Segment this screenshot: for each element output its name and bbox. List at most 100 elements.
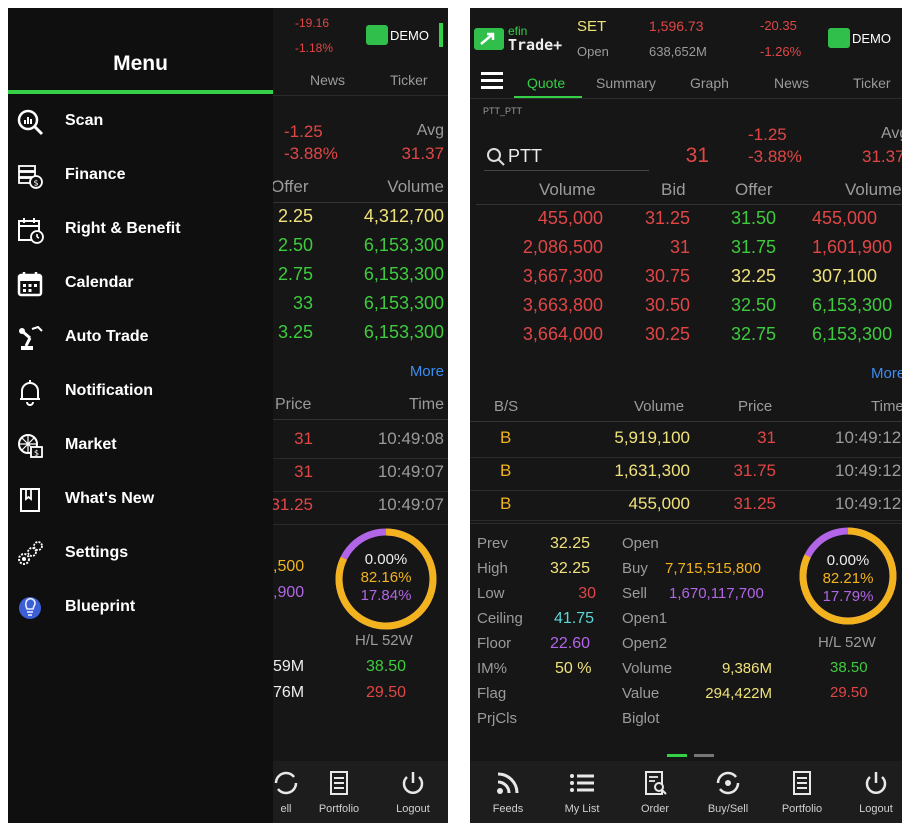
app-logo-bottom: Trade+ (508, 36, 563, 54)
donut-neutral: 0.00% (364, 551, 408, 568)
menu-item-calendar[interactable]: Calendar (8, 260, 273, 310)
trade-time: 10:49:12 (835, 461, 902, 480)
bell-icon (20, 380, 40, 406)
portfolio-icon (330, 771, 348, 795)
prev-label: Prev (477, 535, 508, 552)
hl52-low: 29.50 (830, 684, 868, 701)
row-divider (273, 458, 448, 459)
floor-value: 22.60 (550, 635, 591, 652)
price-header: Price (275, 396, 312, 413)
symbol-search-input[interactable]: PTT (484, 143, 649, 171)
menu-item-finance[interactable]: $ Finance (8, 152, 273, 202)
row-divider (470, 523, 902, 524)
last-price: 31 (685, 144, 709, 167)
volume-label: Volume (622, 660, 673, 677)
bid-header: Bid (661, 180, 686, 199)
sell-value: 1,670,117,700 (669, 585, 764, 602)
more-link[interactable]: More (871, 365, 902, 382)
open-label: Open (577, 44, 609, 59)
trade-price: 31 (294, 429, 313, 448)
menu-item-scan[interactable]: Scan (8, 98, 273, 148)
tab-news[interactable]: News (774, 75, 809, 91)
tab-graph[interactable]: Graph (690, 75, 729, 91)
quote-change: -1.25 (748, 125, 787, 144)
trade-time: 10:49:07 (377, 495, 444, 514)
offer-volume-header: Volume (845, 180, 902, 199)
tab-ticker[interactable]: Ticker (390, 72, 428, 88)
stat-value-1: 59M (273, 658, 305, 675)
tab-portfolio[interactable]: Portfolio (303, 769, 375, 815)
trade-side: B (500, 428, 512, 447)
book-bid-volume: 3,664,000 (522, 324, 603, 344)
efin-logo-icon (474, 28, 504, 50)
trade-time: 10:49:08 (377, 429, 444, 448)
book-offer: 31.50 (730, 208, 776, 228)
hl52-low: 29.50 (366, 684, 407, 701)
tab-logout[interactable]: Logout (840, 769, 902, 815)
menu-item-auto-trade[interactable]: Auto Trade (8, 314, 273, 364)
book-offer-volume: 4,312,700 (363, 206, 444, 226)
menu-drawer: Menu Scan $ Finance Right & Benefit Cale… (8, 8, 273, 823)
book-offer: 31.75 (730, 237, 776, 257)
trade-volume: 5,919,100 (614, 428, 690, 447)
page-dot-active (667, 754, 687, 757)
book-offer: 2.25 (277, 206, 313, 226)
tab-quote[interactable]: Quote (527, 75, 565, 91)
trade-price: 31.25 (270, 495, 313, 514)
row-divider (470, 490, 902, 491)
hamburger-menu-icon[interactable] (481, 72, 503, 90)
tab-order[interactable]: Order (619, 769, 691, 815)
calendar-icon (17, 272, 43, 297)
tab-feeds[interactable]: Feeds (472, 769, 544, 815)
market-change: -20.35 (760, 18, 797, 33)
index-change: -19.16 (295, 16, 330, 30)
avg-value: 31.37 (862, 147, 902, 166)
logout-icon (865, 772, 887, 794)
stat-sell-vol: ,900 (273, 584, 305, 601)
menu-item-notification[interactable]: Notification (8, 368, 273, 418)
book-offer: 3.25 (277, 322, 313, 342)
trade-volume-header: Volume (634, 398, 685, 415)
book-bid: 30.75 (644, 266, 690, 286)
tab-summary[interactable]: Summary (596, 75, 656, 91)
flag-label: Flag (477, 685, 507, 702)
demo-badge[interactable]: DEMO (366, 25, 429, 45)
market-value: 638,652M (649, 44, 707, 59)
bs-header: B/S (494, 398, 519, 415)
hl52-high: 38.50 (366, 658, 407, 675)
open2-label: Open2 (622, 635, 668, 652)
demo-badge[interactable]: DEMO (828, 28, 891, 48)
donut-buy: 82.21% (822, 570, 874, 587)
open1-label: Open1 (622, 610, 668, 627)
tab-logout[interactable]: Logout (377, 769, 448, 815)
trade-side: B (500, 494, 512, 513)
tab-news[interactable]: News (310, 72, 345, 88)
book-offer-volume: 455,000 (812, 208, 878, 228)
whats-new-icon (20, 488, 40, 512)
more-link[interactable]: More (410, 363, 444, 380)
menu-item-settings[interactable]: Settings (8, 530, 273, 580)
auto-trade-icon (19, 325, 43, 350)
low-label: Low (477, 585, 505, 602)
book-offer: 2.50 (277, 235, 313, 255)
right-benefit-icon (18, 218, 44, 244)
menu-item-market[interactable]: $ Market (8, 422, 273, 472)
book-offer-volume: 307,100 (812, 266, 878, 286)
menu-item-right-benefit[interactable]: Right & Benefit (8, 206, 273, 256)
stat-value-2: 76M (273, 684, 305, 701)
row-divider (273, 491, 448, 492)
volume-value: 9,386M (721, 660, 772, 677)
trade-side: B (500, 461, 512, 480)
quote-change-pct: -3.88% (748, 147, 802, 166)
tab-my-list[interactable]: My List (546, 769, 618, 815)
symbol-code: PTT_PTT (483, 106, 523, 116)
book-bid-volume: 3,667,300 (522, 266, 603, 286)
tab-buy-sell[interactable]: Buy/Sell (692, 769, 764, 815)
demo-logo-icon (828, 28, 850, 48)
menu-item-whats-new[interactable]: What's New (8, 476, 273, 526)
tab-portfolio[interactable]: Portfolio (766, 769, 838, 815)
volume-header: Volume (387, 177, 444, 196)
tab-ticker[interactable]: Ticker (853, 75, 891, 91)
right-screen: efin Trade+ SET Open 1,596.73 638,652M -… (470, 8, 902, 823)
menu-item-blueprint[interactable]: Blueprint (8, 584, 273, 634)
